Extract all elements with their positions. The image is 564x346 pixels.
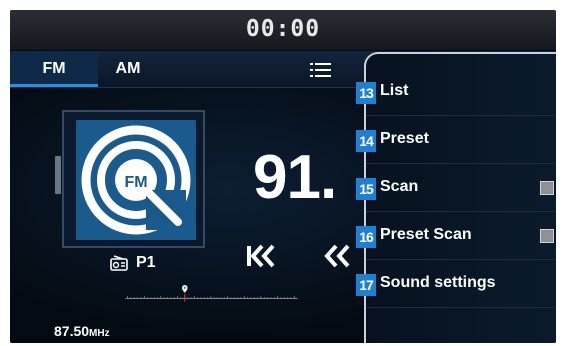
menu-item-label: Sound settings [380, 274, 496, 291]
fm-logo-icon: FM [76, 120, 196, 240]
tuner-scale[interactable] [54, 285, 380, 305]
head-unit-screen: 00:00 FM AM FM P1 91. 87.50MHz 13 List 1… [10, 10, 556, 343]
callout-badge: 16 [356, 226, 376, 248]
tab-fm[interactable]: FM [10, 51, 98, 87]
frequency-readout: 87.50MHz [54, 323, 110, 339]
menu-item-preset[interactable]: 14 Preset [356, 116, 556, 164]
list-icon[interactable] [310, 61, 332, 79]
preset-label: P1 [136, 254, 156, 271]
menu-item-scan[interactable]: 15 Scan [356, 164, 556, 212]
callout-badge: 14 [356, 130, 376, 152]
skip-back-icon[interactable] [246, 243, 276, 276]
frequency-value: 87.50 [54, 323, 90, 339]
options-menu: 13 List 14 Preset 15 Scan 16 Preset Scan… [356, 52, 556, 343]
menu-item-label: Preset [380, 130, 429, 147]
callout-badge: 17 [356, 274, 376, 296]
frequency-display: 91. [253, 143, 337, 212]
seek-back-icon[interactable] [322, 243, 352, 276]
status-bar: 00:00 [10, 10, 556, 50]
location-pin-icon [182, 285, 188, 293]
menu-item-sound-settings[interactable]: 17 Sound settings [356, 260, 556, 308]
radio-icon [110, 255, 128, 271]
artwork-edge [55, 156, 61, 194]
menu-item-preset-scan[interactable]: 16 Preset Scan [356, 212, 556, 260]
callout-badge: 13 [356, 82, 376, 104]
frequency-unit: MHz [89, 328, 110, 339]
clock: 00:00 [245, 16, 321, 42]
preset-scan-checkbox[interactable] [540, 229, 554, 243]
menu-item-label: List [380, 82, 409, 99]
tab-am[interactable]: AM [98, 51, 158, 87]
scan-checkbox[interactable] [540, 181, 554, 195]
fm-logo-text: FM [124, 174, 147, 191]
callout-badge: 15 [356, 178, 376, 200]
menu-item-list[interactable]: 13 List [356, 68, 556, 116]
menu-item-label: Scan [380, 178, 419, 195]
station-artwork: FM [55, 110, 205, 248]
menu-item-label: Preset Scan [380, 226, 472, 243]
